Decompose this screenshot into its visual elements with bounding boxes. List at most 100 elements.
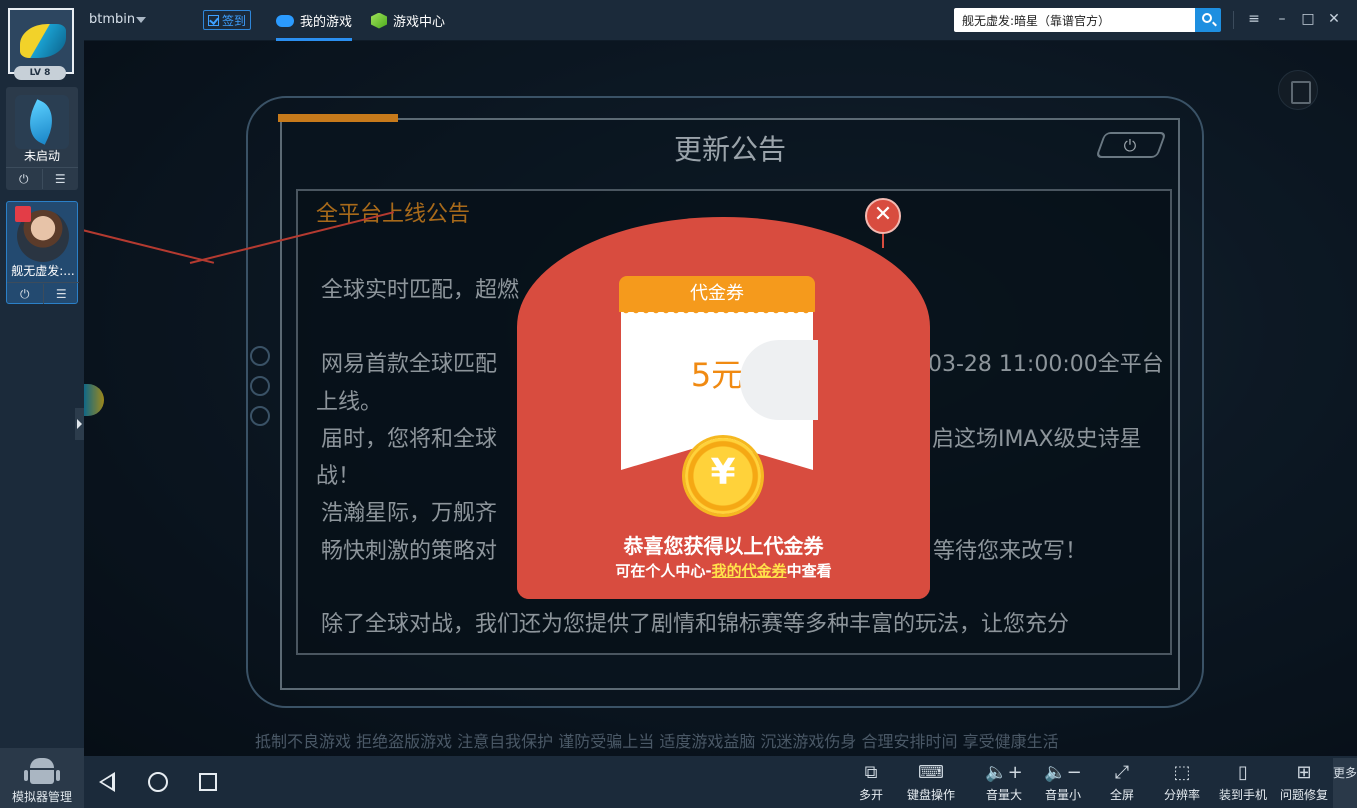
yuan-symbol: ¥ (710, 452, 736, 493)
tool-label: 音量小 (1044, 788, 1081, 802)
username-dropdown[interactable]: btmbin (89, 12, 135, 27)
tool-volume-down[interactable]: 🔈− 音量小 (1041, 760, 1085, 806)
emulator-manager-button[interactable]: 模拟器管理 (0, 748, 84, 808)
notice-line: 浩瀚星际，万舰齐 (321, 501, 498, 526)
notice-line: 启这场IMAX级史诗星 (932, 427, 1142, 452)
close-stem (882, 234, 884, 248)
decor-circles (250, 346, 270, 436)
sidebar-expand-handle[interactable] (75, 408, 84, 440)
health-notice-marquee: 抵制不良游戏 拒绝盗版游戏 注意自我保护 谨防受骗上当 适度游戏益脑 沉迷游戏伤… (255, 732, 1059, 751)
volume-up-icon: 🔈+ (985, 762, 1023, 783)
android-icon (24, 758, 60, 784)
tab-my-games[interactable]: 我的游戏 (276, 0, 353, 41)
tool-label: 装到手机 (1218, 788, 1267, 802)
checkbox-icon (208, 14, 219, 26)
menu-icon[interactable]: ≡ (1246, 11, 1262, 27)
left-sidebar: LV 8 未启动 ⏻ ☰ 舰无虚发:... ⏻ ☰ 模拟器管理 (0, 0, 84, 808)
tool-label: 问题修复 (1279, 788, 1328, 802)
tool-label: 多开 (858, 788, 883, 802)
signin-label: 签到 (222, 13, 247, 28)
power-icon[interactable]: ⏻ (7, 284, 43, 304)
search-input[interactable]: 舰无虚发:暗星（靠谱官方） (954, 8, 1195, 32)
app-controls: ⏻ ☰ (7, 284, 79, 304)
view-prefix: 可在个人中心- (615, 562, 712, 580)
tool-multi-open[interactable]: ⧉ 多开 (853, 760, 889, 806)
resolution-icon: ⬚ (1173, 762, 1191, 783)
app-controls: ⏻ ☰ (6, 169, 78, 189)
sidebar-app-item[interactable]: 未启动 ⏻ ☰ (6, 87, 78, 190)
view-voucher-text: 可在个人中心-我的代金券中查看 (517, 560, 930, 581)
recent-apps-icon[interactable] (199, 773, 217, 791)
minimize-icon[interactable]: – (1274, 11, 1290, 27)
app-name-label: 舰无虚发:... (11, 264, 75, 278)
notice-line: 除了全球对战，我们还为您提供了剧情和锦标赛等多种丰富的玩法，让您充分 (321, 612, 1070, 637)
tool-keyboard[interactable]: ⌨ 键盘操作 (903, 760, 959, 806)
app-status-label: 未启动 (23, 149, 60, 163)
back-icon[interactable] (99, 772, 115, 792)
emulator-window: 更新公告 ⏻ 全平台上线公告 全球实时匹配，超燃 网易首款全球匹配 03-28 … (0, 0, 1357, 808)
tool-volume-up[interactable]: 🔈+ 音量大 (982, 760, 1026, 806)
home-icon[interactable] (148, 772, 168, 792)
volume-down-icon: 🔈− (1044, 762, 1082, 783)
tool-label: 分辨率 (1163, 788, 1200, 802)
menu-icon[interactable]: ☰ (42, 284, 80, 304)
power-icon: ⏻ (1123, 136, 1137, 155)
gift-icon (15, 206, 31, 222)
divider (6, 167, 78, 168)
tool-repair[interactable]: ⊞ 问题修复 (1276, 760, 1332, 806)
popup-close-button[interactable]: ✕ (865, 198, 901, 234)
notice-line: 03-28 11:00:00全平台 (928, 352, 1164, 377)
menu-icon[interactable]: ☰ (41, 169, 79, 189)
notice-line: 等待您来改写！ (933, 539, 1088, 564)
notice-title: 更新公告 (673, 133, 786, 166)
multi-window-icon: ⧉ (864, 762, 878, 783)
congrats-text: 恭喜您获得以上代金券 (623, 534, 824, 558)
chevron-down-icon[interactable] (136, 17, 146, 23)
divider (7, 282, 79, 283)
power-icon[interactable]: ⏻ (6, 169, 42, 189)
close-icon[interactable]: ✕ (1326, 11, 1342, 27)
notice-power-button[interactable]: ⏻ (1095, 132, 1167, 158)
notice-line: 网易首款全球匹配 (321, 352, 498, 377)
tool-resolution[interactable]: ⬚ 分辨率 (1160, 760, 1204, 806)
notice-line: 全球实时匹配，超燃 (321, 278, 520, 303)
fish-logo-icon (20, 24, 66, 58)
tab-label: 游戏中心 (393, 15, 446, 30)
signin-button[interactable]: 签到 (203, 10, 252, 30)
cube-icon (371, 12, 387, 29)
keyboard-icon: ⌨ (918, 762, 944, 783)
notice-accent-bar (278, 114, 398, 122)
leaf-icon (15, 95, 69, 149)
voucher-watermark-icon (740, 340, 818, 420)
more-button[interactable]: 更多 (1333, 758, 1357, 808)
my-vouchers-link[interactable]: 我的代金券 (712, 562, 787, 580)
search-icon (1202, 13, 1212, 23)
manager-label: 模拟器管理 (11, 790, 72, 804)
top-bar: btmbin 签到 我的游戏 游戏中心 舰无虚发:暗星（靠谱官方） ≡ – □ … (0, 0, 1357, 41)
tool-label: 键盘操作 (906, 788, 955, 802)
voucher-title: 代金券 (619, 276, 815, 312)
notice-line: 战！ (316, 464, 361, 489)
gamepad-icon (276, 14, 294, 27)
tool-label: 全屏 (1109, 788, 1134, 802)
coin-icon: ¥ (685, 438, 761, 514)
search-button[interactable] (1195, 8, 1221, 32)
phone-icon: ▯ (1238, 762, 1248, 783)
fullscreen-icon: ⤢ (1114, 762, 1130, 783)
sidebar-app-item-active[interactable]: 舰无虚发:... ⏻ ☰ (6, 201, 79, 304)
tool-install-phone[interactable]: ▯ 装到手机 (1215, 760, 1271, 806)
view-suffix: 中查看 (786, 562, 832, 580)
repair-icon: ⊞ (1296, 762, 1312, 783)
maximize-icon[interactable]: □ (1300, 11, 1316, 27)
avatar[interactable] (8, 8, 74, 74)
notice-line: 上线。 (316, 390, 383, 415)
voucher-edge (621, 310, 813, 316)
tool-fullscreen[interactable]: ⤢ 全屏 (1104, 760, 1140, 806)
tool-label: 音量大 (985, 788, 1022, 802)
level-badge: LV 8 (14, 66, 66, 80)
tab-label: 我的游戏 (300, 15, 353, 30)
notice-line: 畅快刺激的策略对 (321, 539, 498, 564)
divider (1233, 11, 1234, 29)
tab-game-center[interactable]: 游戏中心 (371, 0, 445, 41)
notice-line: 届时，您将和全球 (321, 427, 498, 452)
